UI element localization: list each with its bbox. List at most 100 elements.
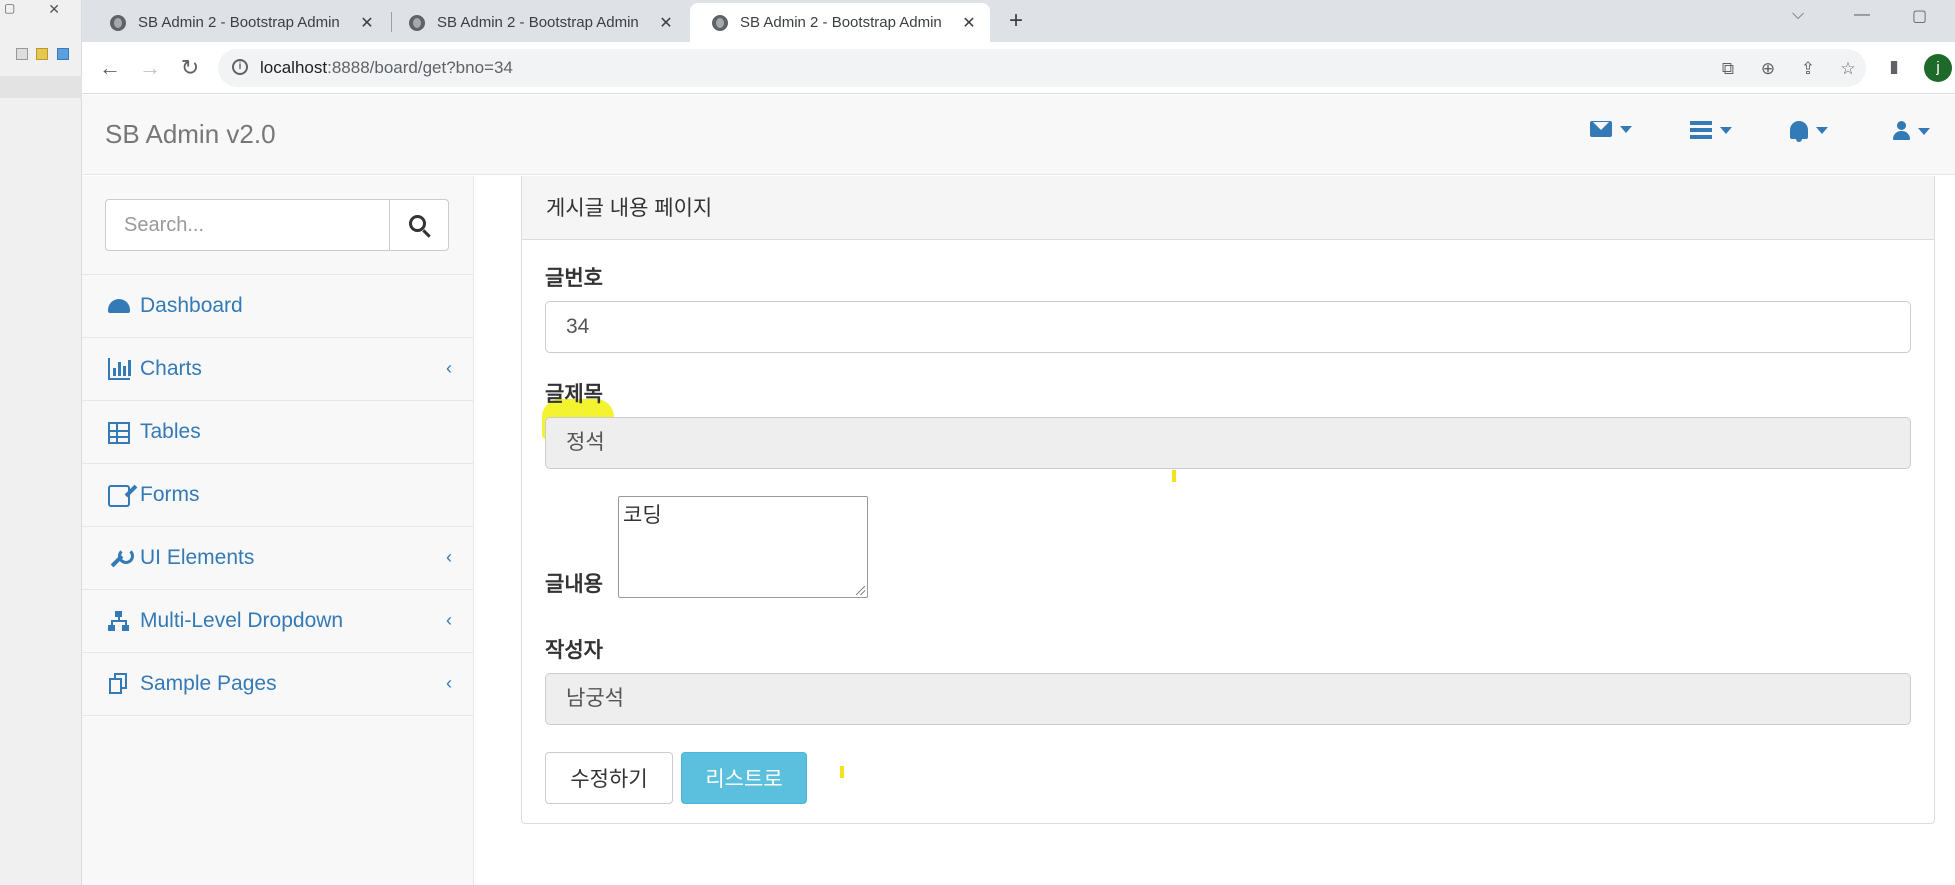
tab-title: SB Admin 2 - Bootstrap Admin (740, 14, 942, 31)
share-icon[interactable]: ⇪ (1798, 59, 1818, 79)
bar-chart-icon (108, 358, 131, 380)
tab-title: SB Admin 2 - Bootstrap Admin (437, 14, 639, 31)
close-tab-icon[interactable]: ✕ (960, 13, 978, 33)
dashboard-icon (108, 295, 130, 317)
close-icon[interactable]: ✕ (48, 1, 60, 18)
browser-tab-active[interactable]: SB Admin 2 - Bootstrap Admin ✕ (690, 3, 990, 42)
toolbar-icon[interactable] (16, 48, 28, 60)
board-detail-panel: 게시글 내용 페이지 글번호 34 글제목 정석 글내용 코딩 작성자 남궁석 … (521, 176, 1935, 824)
tab-search-icon[interactable]: ⌵ (1792, 6, 1804, 24)
back-button[interactable]: ← (96, 54, 124, 82)
title-field[interactable]: 정석 (545, 417, 1911, 469)
writer-label: 작성자 (545, 639, 603, 662)
app-page: SB Admin v2.0 Search... Dashboard Charts… (82, 95, 1955, 885)
maximize-icon[interactable]: ▢ (1912, 6, 1927, 26)
sidebar-item-label: Forms (140, 483, 200, 506)
side-panel-icon[interactable]: ▮ (1882, 55, 1906, 79)
browser-toolbar: ← → ↻ i localhost:8888/board/get?bno=34 … (82, 42, 1955, 94)
content-text: 코딩 (623, 504, 662, 527)
chevron-left-icon: ‹ (446, 547, 452, 567)
search-icon (409, 215, 426, 232)
sidebar-item-multi-level-dropdown[interactable]: Multi-Level Dropdown ‹ (82, 590, 474, 653)
url-path: :8888/board/get?bno=34 (327, 58, 513, 77)
search-input[interactable] (105, 199, 391, 251)
search-button[interactable] (389, 199, 449, 251)
forward-button[interactable]: → (136, 54, 164, 82)
caret-down-icon (1918, 127, 1930, 135)
modify-button[interactable]: 수정하기 (545, 752, 673, 804)
browser-tab[interactable]: SB Admin 2 - Bootstrap Admin ✕ (387, 3, 687, 42)
browser-tab[interactable]: SB Admin 2 - Bootstrap Admin ✕ (88, 3, 388, 42)
sidebar-item-label: Charts (140, 357, 202, 380)
panel-heading: 게시글 내용 페이지 (522, 176, 1934, 240)
sidebar-item-label: UI Elements (140, 546, 255, 569)
highlight-mark (840, 766, 844, 778)
bno-field[interactable]: 34 (545, 301, 1911, 353)
files-icon (108, 673, 130, 695)
restore-icon[interactable]: ▢ (4, 1, 15, 15)
tab-title: SB Admin 2 - Bootstrap Admin (138, 14, 340, 31)
table-icon (108, 422, 130, 444)
left-window-bar (0, 76, 82, 98)
address-bar[interactable]: i localhost:8888/board/get?bno=34 ⧉ ⊕ ⇪ … (218, 49, 1866, 87)
title-label: 글제목 (545, 383, 603, 406)
brand-title[interactable]: SB Admin v2.0 (105, 119, 276, 150)
left-window-titlebar: ▢ ✕ (0, 0, 82, 20)
user-icon (1892, 121, 1910, 141)
close-tab-icon[interactable]: ✕ (358, 13, 376, 33)
sidebar-item-charts[interactable]: Charts ‹ (82, 338, 474, 401)
sidebar-item-tables[interactable]: Tables (82, 401, 474, 464)
url-text[interactable]: localhost:8888/board/get?bno=34 (260, 58, 513, 78)
toolbar-icon[interactable] (56, 48, 69, 60)
browser-tab-bar: SB Admin 2 - Bootstrap Admin ✕ SB Admin … (82, 0, 1955, 42)
sidebar-item-label: Sample Pages (140, 672, 277, 695)
minimize-icon[interactable]: — (1854, 6, 1870, 24)
sidebar-item-sample-pages[interactable]: Sample Pages ‹ (82, 653, 474, 716)
alerts-dropdown[interactable] (1790, 121, 1828, 142)
profile-avatar[interactable]: j (1924, 54, 1952, 82)
writer-field[interactable]: 남궁석 (545, 673, 1911, 725)
chevron-left-icon: ‹ (446, 358, 452, 378)
zoom-icon[interactable]: ⊕ (1758, 59, 1778, 79)
new-tab-button[interactable]: + (1002, 8, 1030, 34)
left-external-window: ▢ ✕ (0, 0, 82, 885)
chevron-left-icon: ‹ (446, 610, 452, 630)
bookmark-star-icon[interactable]: ☆ (1838, 59, 1858, 79)
highlight-mark (1172, 470, 1176, 482)
toolbar-icon[interactable] (36, 48, 49, 60)
bell-icon (1790, 121, 1808, 142)
caret-down-icon (1620, 125, 1632, 133)
caret-down-icon (1816, 126, 1828, 134)
sidebar-item-ui-elements[interactable]: UI Elements ‹ (82, 527, 474, 590)
translate-icon[interactable]: ⧉ (1718, 59, 1738, 79)
envelope-icon (1590, 121, 1612, 137)
wrench-icon (108, 547, 134, 569)
resize-handle[interactable] (856, 586, 865, 595)
messages-dropdown[interactable] (1590, 121, 1632, 137)
close-tab-icon[interactable]: ✕ (657, 13, 675, 33)
reload-button[interactable]: ↻ (176, 54, 204, 82)
globe-icon (110, 14, 126, 31)
url-host: localhost (260, 58, 328, 77)
caret-down-icon (1720, 126, 1732, 134)
site-info-icon[interactable]: i (232, 59, 248, 75)
user-dropdown[interactable] (1892, 121, 1930, 141)
sitemap-icon (108, 610, 130, 632)
top-navbar: SB Admin v2.0 (82, 95, 1955, 175)
sidebar-item-forms[interactable]: Forms (82, 464, 474, 527)
content-label: 글내용 (545, 573, 603, 596)
list-button[interactable]: 리스트로 (681, 752, 807, 804)
sidebar-item-label: Multi-Level Dropdown (140, 609, 344, 632)
chevron-left-icon: ‹ (446, 673, 452, 693)
edit-icon (108, 485, 130, 507)
globe-icon (409, 14, 425, 31)
bno-label: 글번호 (545, 267, 603, 290)
sidebar-item-label: Dashboard (140, 294, 243, 317)
content-textarea[interactable]: 코딩 (618, 496, 868, 598)
tasks-dropdown[interactable] (1690, 121, 1732, 139)
sidebar: Dashboard Charts ‹ Tables Forms UI Eleme… (82, 176, 474, 885)
tasks-icon (1690, 121, 1712, 139)
sidebar-item-label: Tables (140, 420, 201, 443)
left-window-toolbar (0, 48, 82, 62)
sidebar-item-dashboard[interactable]: Dashboard (82, 275, 474, 338)
